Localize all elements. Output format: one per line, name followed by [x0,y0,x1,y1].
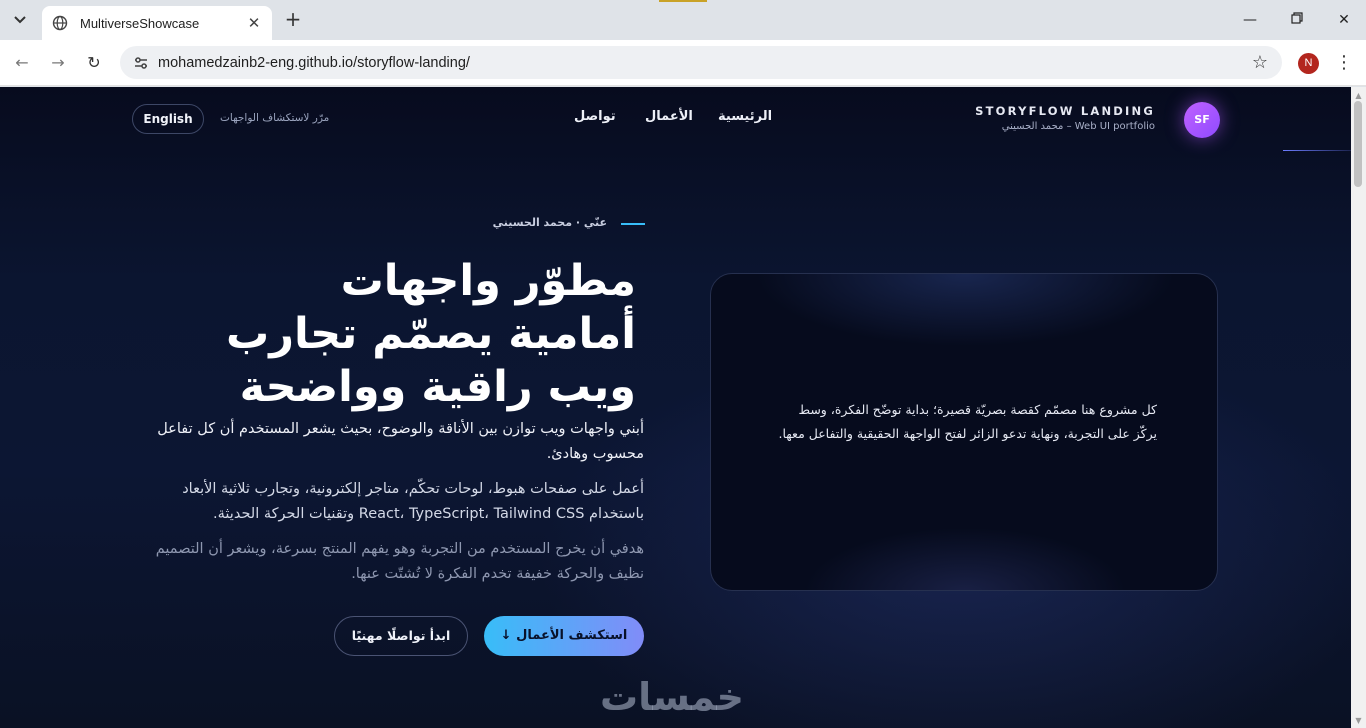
browser-toolbar: ← → ↻ mohamedzainb2-eng.github.io/storyf… [0,40,1366,86]
window-close-icon[interactable]: ✕ [1334,10,1354,30]
close-icon[interactable]: ✕ [246,14,262,32]
reload-icon[interactable]: ↻ [83,52,105,74]
page-scrollbar[interactable]: ▲ ▼ [1351,87,1366,728]
forward-icon[interactable]: → [47,52,69,74]
profile-avatar[interactable]: N [1298,53,1319,74]
brand-subtitle: Web UI portfolio – محمد الحسيني [1001,121,1155,132]
url-text[interactable]: mohamedzainb2-eng.github.io/storyflow-la… [158,55,470,71]
hero-title: مطوّر واجهات أمامية يصمّم تجارب ويب راقي… [225,256,636,412]
star-icon[interactable]: ☆ [1252,52,1268,73]
eyebrow-line [621,223,645,225]
hero-paragraph-1: أبني واجهات ويب توازن بين الأناقة والوضو… [157,421,644,462]
page-viewport: SF STORYFLOW LANDING Web UI portfolio – … [0,87,1366,728]
plus-icon[interactable]: + [282,9,304,31]
hero-eyebrow: عنّي · محمد الحسيني [492,216,607,229]
start-contact-button[interactable]: ابدأ تواصلًا مهنيًا [334,616,468,656]
scroll-hint: مرّر لاستكشاف الواجهات [220,112,330,124]
header-accent-line [1283,150,1351,151]
tab-strip: MultiverseShowcase ✕ + — ✕ [0,0,1366,40]
scroll-down-icon[interactable]: ▼ [1354,716,1363,725]
minimize-icon[interactable]: — [1240,10,1260,30]
language-button[interactable]: English [132,104,204,134]
hero-paragraph-2: أعمل على صفحات هبوط، لوحات تحكّم، متاجر … [182,481,644,522]
address-bar[interactable]: mohamedzainb2-eng.github.io/storyflow-la… [120,46,1282,79]
brand-avatar[interactable]: SF [1184,102,1220,138]
hero-paragraph-3: هدفي أن يخرج المستخدم من التجربة وهو يفه… [155,541,644,582]
site-settings-icon[interactable] [132,54,150,72]
brand-title: STORYFLOW LANDING [975,104,1155,118]
restore-icon[interactable] [1287,10,1307,30]
nav-contact[interactable]: تواصل [574,109,616,124]
explore-works-button[interactable]: استكشف الأعمال ↓ [484,616,644,656]
tab-search-icon[interactable] [8,8,32,32]
site-header: SF STORYFLOW LANDING Web UI portfolio – … [0,87,1351,151]
kebab-menu-icon[interactable]: ⋮ [1335,52,1353,74]
watermark-logo: خمسات [600,675,744,719]
tab-accent-bar [659,0,707,2]
tab-title: MultiverseShowcase [80,15,200,31]
scrollbar-thumb[interactable] [1354,101,1362,187]
browser-tab[interactable]: MultiverseShowcase ✕ [42,6,272,40]
nav-home[interactable]: الرئيسية [718,109,772,124]
globe-icon [52,15,68,31]
nav-works[interactable]: الأعمال [645,109,693,124]
scroll-up-icon[interactable]: ▲ [1354,91,1363,100]
back-icon[interactable]: ← [11,52,33,74]
showcase-card: كل مشروع هنا مصمّم كقصة بصريّة قصيرة؛ بد… [710,273,1218,591]
showcase-card-text: كل مشروع هنا مصمّم كقصة بصريّة قصيرة؛ بد… [778,402,1158,441]
